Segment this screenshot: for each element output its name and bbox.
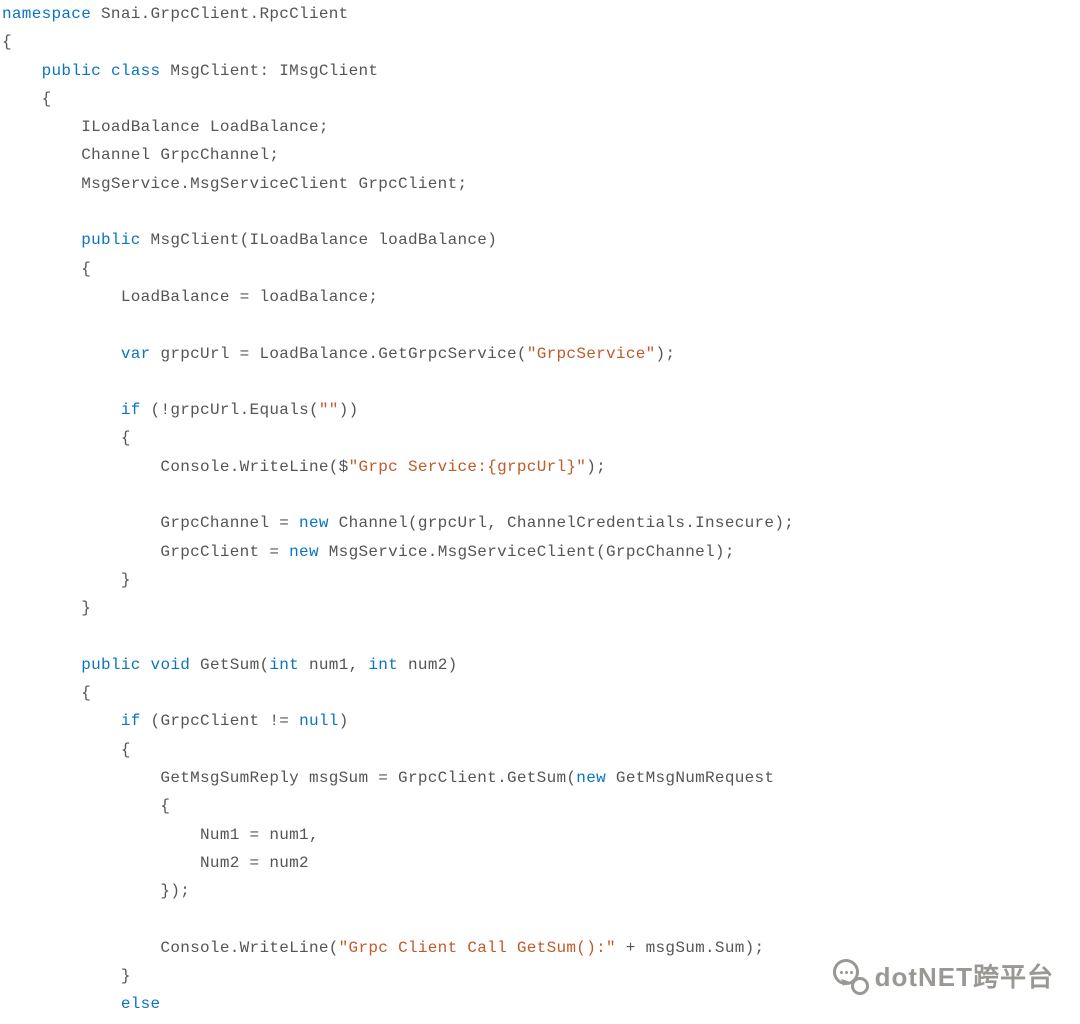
wechat-icon: [833, 959, 867, 993]
watermark-text: dotNET跨平台: [875, 957, 1054, 994]
code-block: namespace Snai.GrpcClient.RpcClient { pu…: [0, 0, 1080, 1024]
watermark: dotNET跨平台: [833, 957, 1054, 994]
